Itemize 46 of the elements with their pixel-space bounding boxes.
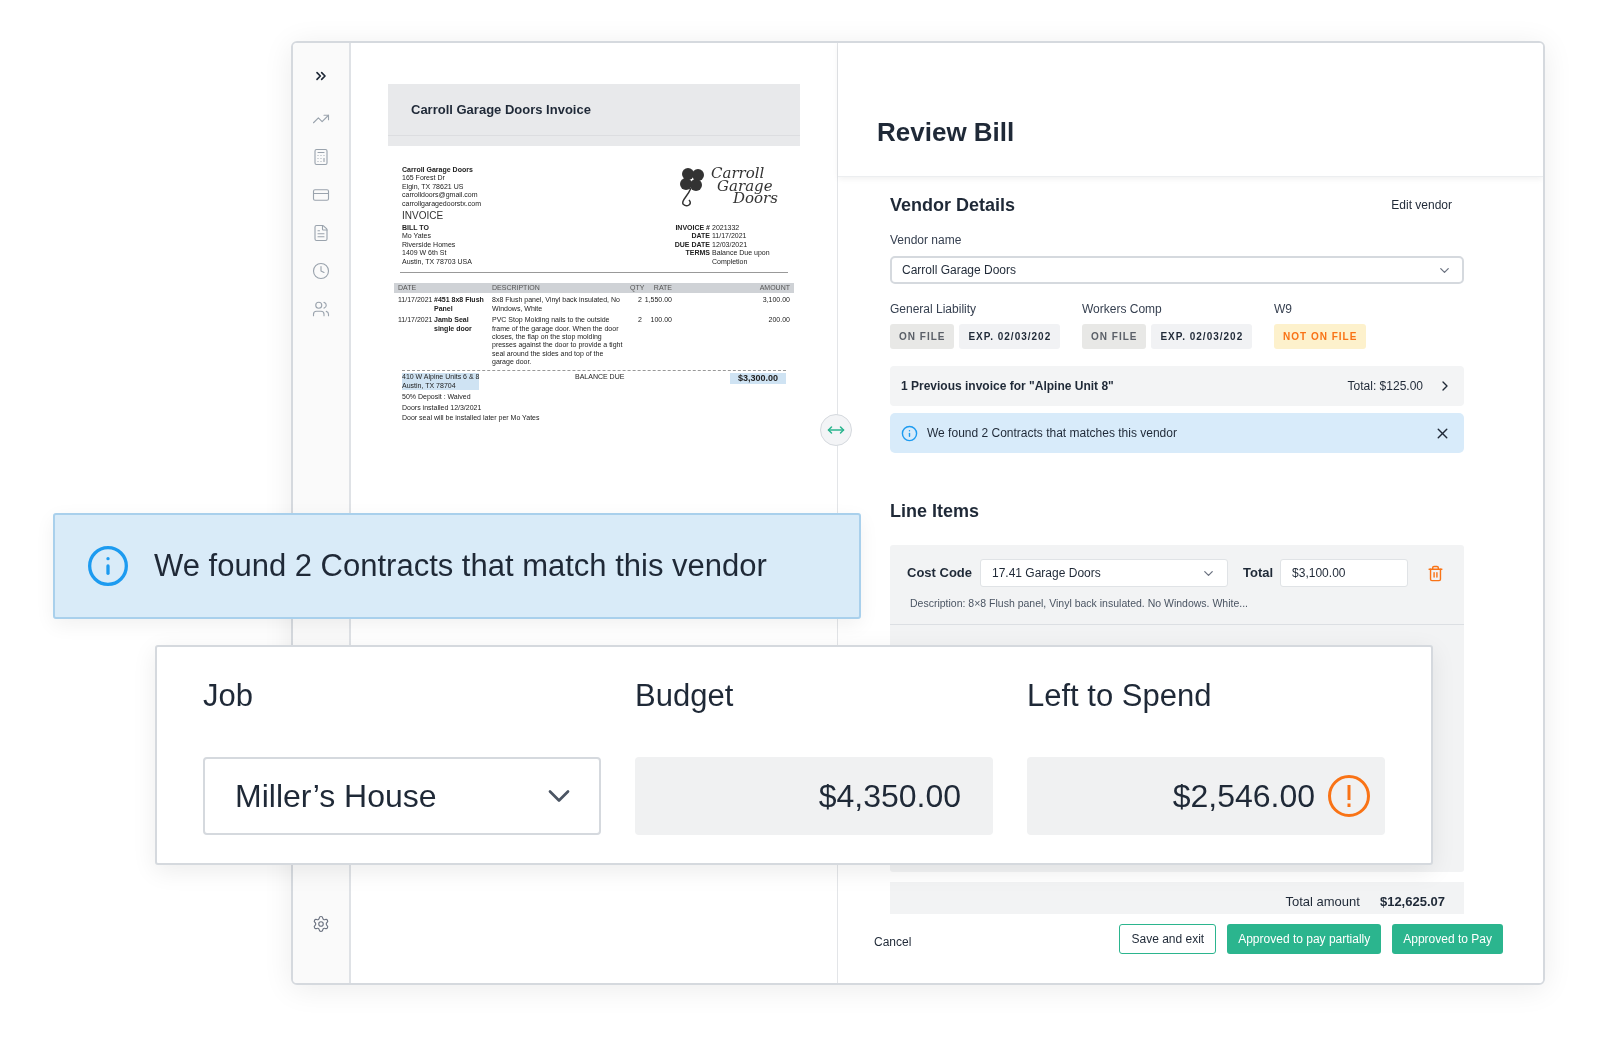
field-label: W9 (1274, 301, 1293, 318)
document-icon[interactable] (312, 224, 330, 242)
previous-invoice-bar[interactable]: 1 Previous invoice for "Alpine Unit 8" Total: $125.00 (890, 366, 1464, 406)
section-heading: Line Items (890, 500, 981, 523)
invoice-heading: INVOICE (402, 210, 445, 222)
info-icon (901, 424, 918, 442)
document-title: Carroll Garage Doors Invoice (411, 100, 591, 119)
vendor-select[interactable]: Carroll Garage Doors (890, 256, 1464, 284)
job-select[interactable]: Miller’s House (203, 757, 601, 835)
job-label: Job (203, 677, 254, 715)
left-to-spend-field: $2,546.00 (1027, 757, 1385, 835)
status-tag: ON FILE (890, 324, 955, 349)
action-button[interactable]: Save and exit (1119, 924, 1217, 954)
field-label: Workers Comp (1082, 301, 1163, 318)
status-tag: NOT ON FILE (1274, 324, 1367, 349)
line-description: Description: 8×8 Flush panel, Vinyl back insulated. No Windows. White... (910, 596, 1249, 611)
info-icon (86, 544, 130, 588)
total-field[interactable]: $3,100.00 (1280, 559, 1409, 587)
logo-text: Garage (717, 179, 773, 193)
trash-icon[interactable] (1427, 564, 1445, 582)
users-icon[interactable] (312, 300, 330, 318)
alert-text: We found 2 Contracts that matches this vendor (927, 425, 1178, 442)
budget-field: $4,350.00 (635, 757, 993, 835)
left-to-spend-label: Left to Spend (1027, 677, 1213, 715)
logo-text: Carroll (711, 166, 765, 180)
page-title: Review Bill (877, 116, 1015, 149)
cancel-link[interactable]: Cancel (874, 933, 1120, 951)
total-bar: Total amount $12,625.07 (890, 882, 1464, 914)
edit-vendor-link[interactable]: Edit vendor (1391, 196, 1452, 214)
field-label: Cost Code (907, 564, 972, 583)
calculator-icon[interactable] (312, 148, 330, 166)
cost-code-select[interactable]: 17.41 Garage Doors (980, 559, 1228, 587)
callout-text: We found 2 Contracts that match this vendor (154, 546, 767, 585)
budget-label: Budget (635, 677, 735, 715)
status-tag: EXP. 02/03/202 (959, 324, 1061, 349)
settings-icon[interactable] (312, 915, 330, 933)
clock-icon[interactable] (312, 262, 330, 280)
status-tag: EXP. 02/03/202 (1151, 324, 1253, 349)
logo-text: Doors (733, 192, 778, 206)
balance-amount: $3,300.00 (729, 373, 786, 385)
section-heading: Vendor Details (890, 193, 1016, 217)
field-label: Total (1243, 564, 1274, 583)
status-tag: ON FILE (1082, 324, 1147, 349)
field-label: General Liability (890, 301, 978, 318)
card-icon[interactable] (312, 186, 330, 204)
field-label: Vendor name (890, 232, 963, 249)
